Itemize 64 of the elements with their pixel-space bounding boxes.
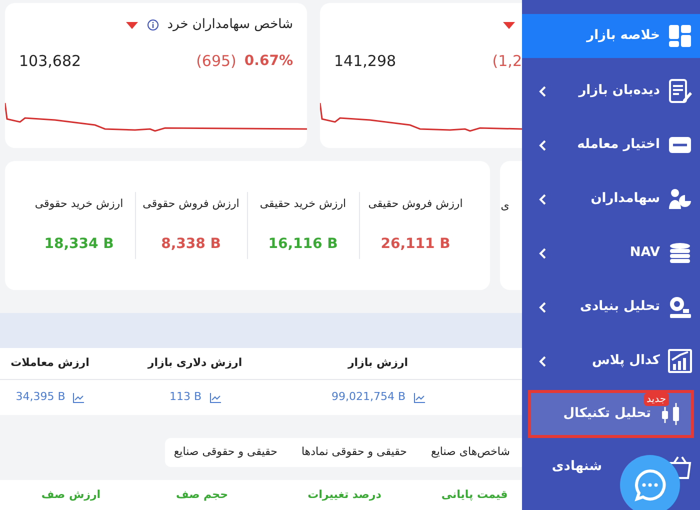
index-value: 141,298 bbox=[334, 50, 396, 72]
chevron-left-icon bbox=[538, 302, 546, 312]
stat-value: 8,338 B bbox=[161, 235, 221, 254]
info-icon[interactable] bbox=[147, 19, 160, 31]
tab[interactable]: حقیقی و حقوقی نمادها bbox=[289, 438, 419, 467]
sidebar-item[interactable]: دیده‌بان بازار bbox=[522, 64, 700, 118]
line-chart-icon[interactable] bbox=[414, 392, 425, 402]
stat-label: ارزش خرید حقوقی bbox=[34, 196, 124, 212]
card-title: شاخص سهامداران خرد bbox=[167, 16, 293, 34]
column-header: ارزش دلاری بازار bbox=[146, 355, 244, 372]
list-edit-icon bbox=[668, 79, 692, 103]
column-header: ارزش صف bbox=[40, 486, 102, 503]
sidebar-label: خلاصه بازار bbox=[585, 27, 660, 46]
sidebar-item[interactable]: جدید تحلیل تکنیکال bbox=[528, 390, 694, 438]
sidebar-item[interactable]: اختیار معامله bbox=[522, 118, 700, 172]
down-triangle-icon bbox=[125, 20, 140, 30]
growth-chart-icon bbox=[668, 349, 692, 373]
sidebar-item[interactable]: کدال پلاس bbox=[522, 334, 700, 388]
chevron-left-icon bbox=[538, 86, 546, 96]
sidebar-label: سهامداران bbox=[590, 190, 660, 208]
down-triangle-icon bbox=[502, 20, 516, 30]
sidebar-item[interactable]: خلاصه بازار bbox=[522, 14, 700, 58]
sidebar-label: کدال پلاس bbox=[590, 352, 660, 370]
index-change: (695) bbox=[196, 50, 236, 72]
sidebar-label: اختیار معامله bbox=[576, 136, 660, 154]
sidebar-label: شنهادی bbox=[552, 458, 603, 476]
stat-value: 26,111 B bbox=[380, 235, 450, 254]
table-cell-text: 113 B bbox=[169, 389, 202, 406]
table-cell-text: 34,395 B bbox=[16, 389, 66, 406]
sidebar-label: تحلیل تکنیکال bbox=[563, 405, 651, 424]
stat-label: ارزش خرید حقیقی bbox=[260, 196, 346, 212]
sidebar-item[interactable]: تحلیل بنیادی bbox=[522, 280, 700, 334]
sidebar-label: دیده‌بان بازار bbox=[577, 82, 660, 100]
person-chart-icon bbox=[668, 187, 692, 211]
grid-icon bbox=[668, 24, 692, 48]
stat-label: ارزش فروش حقوقی bbox=[142, 196, 240, 212]
chat-icon bbox=[633, 468, 667, 502]
line-chart-icon[interactable] bbox=[210, 392, 221, 402]
column-header: درصد تغییرات bbox=[306, 486, 382, 503]
new-badge: جدید bbox=[644, 393, 669, 406]
index-percent: 0.67% bbox=[244, 52, 293, 70]
chevron-left-icon bbox=[538, 356, 546, 366]
sidebar-item[interactable]: سهامداران bbox=[522, 172, 700, 226]
sidebar-label: تحلیل بنیادی bbox=[579, 298, 660, 316]
column-header: ارزش بازار bbox=[346, 355, 410, 372]
stat-label: ی bbox=[500, 198, 510, 214]
line-chart-icon[interactable] bbox=[73, 392, 84, 402]
coin-stack-icon bbox=[668, 241, 692, 265]
stat-label: ارزش فروش حقیقی bbox=[368, 196, 463, 212]
tab[interactable]: شاخص‌های صنایع bbox=[418, 438, 522, 467]
chevron-left-icon bbox=[538, 248, 546, 258]
column-header: حجم صف bbox=[174, 486, 230, 503]
tab[interactable]: حقیقی و حقوقی صنایع bbox=[162, 438, 290, 467]
index-value: 103,682 bbox=[19, 50, 82, 72]
table-cell-text: 99,021,754 B bbox=[331, 389, 406, 406]
column-header: قیمت پایانی bbox=[440, 486, 509, 503]
stat-value: 18,334 B bbox=[44, 235, 114, 254]
sidebar-item[interactable]: NAV bbox=[522, 226, 700, 280]
chevron-left-icon bbox=[538, 140, 546, 150]
sidebar-label: NAV bbox=[628, 244, 660, 262]
index-change: (1,2 bbox=[492, 50, 522, 72]
column-header: ارزش معاملات bbox=[10, 355, 90, 372]
chevron-left-icon bbox=[538, 194, 546, 204]
stat-value: 16,116 B bbox=[268, 235, 338, 254]
